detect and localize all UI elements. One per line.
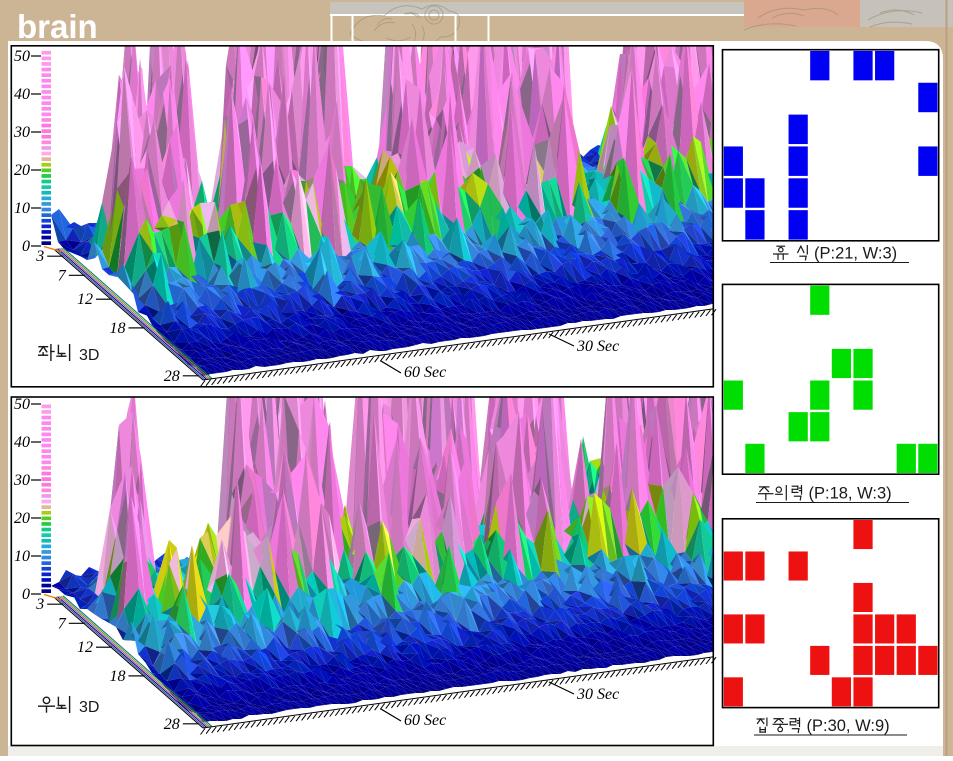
svg-text:20: 20 <box>14 510 30 527</box>
svg-text:50: 50 <box>14 396 30 413</box>
svg-text:3D: 3D <box>79 347 99 364</box>
svg-text:brain: brain <box>17 8 98 45</box>
svg-text:30: 30 <box>13 124 30 141</box>
svg-text:40: 40 <box>14 86 30 103</box>
svg-text:(P:21, W:3): (P:21, W:3) <box>814 245 897 263</box>
svg-text:30 Sec: 30 Sec <box>576 338 619 355</box>
svg-text:3: 3 <box>35 596 44 613</box>
svg-text:20: 20 <box>14 162 30 179</box>
svg-text:10: 10 <box>14 200 30 217</box>
svg-text:60 Sec: 60 Sec <box>404 712 446 729</box>
svg-text:3D: 3D <box>79 699 99 716</box>
svg-text:(P:18, W:3): (P:18, W:3) <box>809 485 892 503</box>
svg-text:30: 30 <box>13 472 30 489</box>
svg-text:40: 40 <box>14 434 30 451</box>
svg-text:0: 0 <box>22 238 30 255</box>
svg-text:0: 0 <box>22 586 30 603</box>
svg-text:50: 50 <box>14 48 30 65</box>
svg-text:60 Sec: 60 Sec <box>404 364 446 381</box>
svg-text:18: 18 <box>110 668 126 685</box>
svg-text:7: 7 <box>58 267 67 284</box>
svg-text:10: 10 <box>14 548 30 565</box>
svg-text:18: 18 <box>110 320 126 337</box>
svg-text:12: 12 <box>77 639 93 656</box>
svg-text:12: 12 <box>77 291 93 308</box>
svg-text:28: 28 <box>164 368 180 385</box>
svg-text:(P:30, W:9): (P:30, W:9) <box>807 717 890 735</box>
svg-text:28: 28 <box>164 716 180 733</box>
svg-text:3: 3 <box>35 248 44 265</box>
svg-text:30 Sec: 30 Sec <box>576 686 619 703</box>
svg-text:7: 7 <box>58 615 67 632</box>
